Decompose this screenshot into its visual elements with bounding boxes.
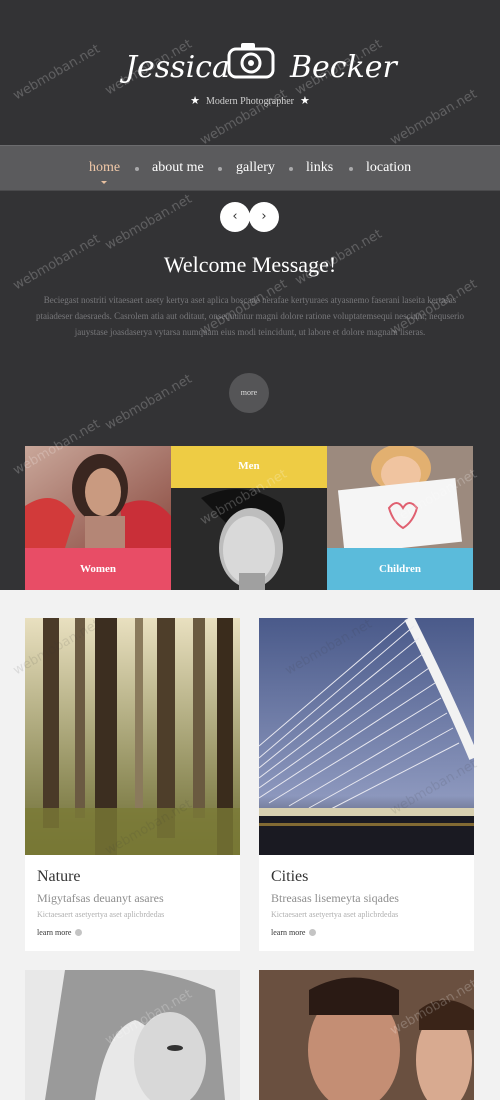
nav-about-me[interactable]: about me xyxy=(152,160,204,176)
nav-links[interactable]: links xyxy=(306,160,333,176)
card-title: Nature xyxy=(37,868,81,885)
women-photo[interactable] xyxy=(25,446,171,548)
camera-icon xyxy=(227,43,275,79)
slider-prev-button[interactable]: ‹ xyxy=(220,202,250,232)
more-button[interactable]: more xyxy=(229,373,269,413)
nav-location[interactable]: location xyxy=(366,160,411,176)
portrait-woman-image[interactable] xyxy=(25,967,240,1100)
nav-separator xyxy=(349,167,353,171)
card-description: Kictaesaert asetyertya aset aplicbrdedas xyxy=(37,910,165,919)
nav-gallery[interactable]: gallery xyxy=(236,160,275,176)
card-nature[interactable]: Nature Migytafsas deuanyt asares Kictaes… xyxy=(25,618,240,951)
card-title: Cities xyxy=(271,868,309,885)
card-subtitle: Btreasas lisemeyta siqades xyxy=(271,891,399,905)
card-portrait-woman[interactable] xyxy=(25,967,240,1100)
nature-image[interactable] xyxy=(25,618,240,855)
card-cities[interactable]: Cities Btreasas lisemeyta siqades Kictae… xyxy=(259,618,474,951)
nav-separator xyxy=(289,167,293,171)
portrait-couple-image[interactable] xyxy=(259,970,474,1100)
children-label: Children xyxy=(379,563,421,575)
active-caret-icon xyxy=(101,181,107,184)
logo-first-name: Jessica xyxy=(125,50,230,85)
men-label: Men xyxy=(238,460,260,472)
children-photo[interactable] xyxy=(327,446,473,548)
card-portrait-couple[interactable] xyxy=(259,970,474,1100)
slider-next-button[interactable]: › xyxy=(249,202,279,232)
arrow-circle-icon xyxy=(75,929,83,936)
welcome-text: Beciegast nostriti vitaesaert asety kert… xyxy=(35,295,465,337)
logo-last-name: Becker xyxy=(290,50,397,85)
star-icon: ★ xyxy=(190,95,200,107)
cities-image[interactable] xyxy=(259,618,474,855)
star-icon: ★ xyxy=(300,95,310,107)
tagline: ★ Modern Photographer ★ xyxy=(190,95,310,107)
category-grid: Women Men Children xyxy=(25,446,473,590)
nav-home[interactable]: home xyxy=(89,160,120,176)
nav-separator xyxy=(135,167,139,171)
women-label: Women xyxy=(79,563,117,575)
children-tile[interactable]: Children xyxy=(327,548,473,590)
welcome-title: Welcome Message! xyxy=(163,252,337,277)
men-tile[interactable]: Men xyxy=(171,446,327,488)
learn-more-link[interactable]: learn more xyxy=(37,928,83,937)
card-subtitle: Migytafsas deuanyt asares xyxy=(37,891,164,905)
women-tile[interactable]: Women xyxy=(25,548,171,590)
card-description: Kictaesaert asetyertya aset aplicbrdedas xyxy=(271,910,399,919)
arrow-circle-icon xyxy=(309,929,317,936)
main-nav: home about me gallery links location xyxy=(0,145,500,191)
learn-more-link[interactable]: learn more xyxy=(271,928,317,937)
nav-separator xyxy=(218,167,222,171)
site-logo[interactable]: Jessica Becker ★ Modern Photographer ★ xyxy=(0,34,500,114)
men-photo[interactable] xyxy=(171,488,327,590)
